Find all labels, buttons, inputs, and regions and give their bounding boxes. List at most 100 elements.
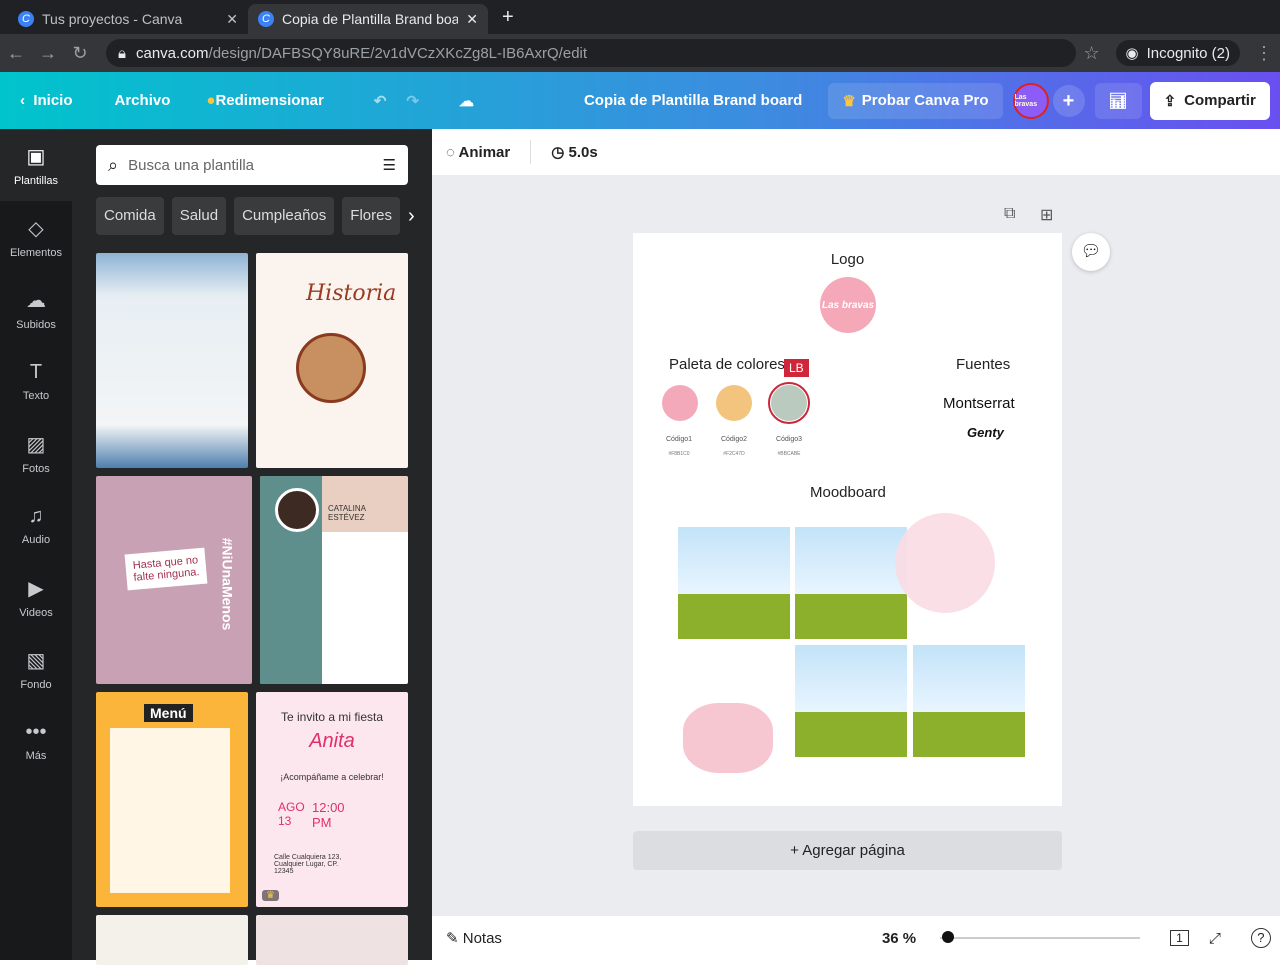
rail-videos[interactable]: ▶ Videos xyxy=(0,561,72,633)
moodboard-photo-4[interactable] xyxy=(913,645,1025,757)
moodboard-photo-2[interactable] xyxy=(795,527,907,639)
canva-favicon-icon: C xyxy=(18,11,34,27)
address-bar: ← → ↻ 🔒︎ canva.com/design/DAFBSQY8uRE/2v1dV… xyxy=(0,34,1280,72)
share-button[interactable]: ⇪ Compartir xyxy=(1149,81,1270,120)
url-input[interactable]: 🔒︎ canva.com/design/DAFBSQY8uRE/2v1dVCzXK… xyxy=(106,39,1076,67)
template-cv[interactable]: CATALINA ESTÉVEZ xyxy=(260,476,408,684)
resize-button[interactable]: ●Redimensionar xyxy=(196,92,333,109)
background-icon: ▧ xyxy=(26,649,46,672)
incognito-icon: ◉ xyxy=(1125,45,1139,62)
elements-icon: ◇ xyxy=(28,217,44,240)
chip-cumpleanos[interactable]: Cumpleaños xyxy=(234,197,335,235)
page-count-button[interactable]: 1 xyxy=(1170,930,1189,946)
notes-button[interactable]: ✎ Notas xyxy=(446,929,502,947)
share-icon: ⇪ xyxy=(1163,92,1177,110)
moodboard-photo-3[interactable] xyxy=(795,645,907,757)
close-tab-icon[interactable]: ✕ xyxy=(226,11,238,28)
rail-more[interactable]: ••• Más xyxy=(0,705,72,777)
rail-audio[interactable]: ♫ Audio xyxy=(0,489,72,561)
rail-background[interactable]: ▧ Fondo xyxy=(0,633,72,705)
template-icon: ▣ xyxy=(26,145,46,168)
more-icon: ••• xyxy=(25,720,47,743)
upload-icon: ☁ xyxy=(26,289,46,312)
templates-panel: ⌕ Busca una plantilla ☰ Comida Salud Cumpl… xyxy=(72,129,432,965)
zoom-slider-thumb[interactable] xyxy=(942,931,955,943)
template-partial-2[interactable] xyxy=(256,915,408,965)
file-button[interactable]: Archivo xyxy=(105,92,181,109)
comment-button[interactable]: 💬︎ xyxy=(1072,233,1110,271)
forward-icon[interactable]: → xyxy=(32,43,64,64)
pro-crown-icon: ♛ xyxy=(262,890,279,901)
redo-icon[interactable]: ↷ xyxy=(396,92,429,110)
try-pro-button[interactable]: ♛ Probar Canva Pro xyxy=(828,82,1003,119)
duration-button[interactable]: ◷ 5.0s xyxy=(551,143,597,161)
design-page[interactable]: Logo Las bravas Paleta de colores LB Cód… xyxy=(633,233,1062,806)
zoom-slider[interactable] xyxy=(940,931,1141,943)
logo-image: Las bravas xyxy=(820,277,876,333)
moodboard-photo-1[interactable] xyxy=(678,527,790,639)
moodboard-illustration-coffee xyxy=(895,513,995,613)
chip-comida[interactable]: Comida xyxy=(96,197,164,235)
fullscreen-icon[interactable]: ⤢ xyxy=(1209,930,1221,947)
chip-flores[interactable]: Flores xyxy=(342,197,400,235)
add-page-icon[interactable]: ⊞ xyxy=(1040,205,1053,225)
crown-icon: ♛ xyxy=(842,92,856,110)
template-historia[interactable]: Historia xyxy=(256,253,408,468)
template-watercolor[interactable] xyxy=(96,253,248,468)
animate-icon: ◌ xyxy=(446,143,455,161)
notes-icon: ✎ xyxy=(446,930,459,947)
globe-image xyxy=(296,333,366,403)
undo-icon[interactable]: ↶ xyxy=(364,92,397,110)
moodboard-illustration-pastries xyxy=(683,703,773,773)
new-tab-icon[interactable]: + xyxy=(502,6,514,29)
rail-photos[interactable]: ▨ Fotos xyxy=(0,417,72,489)
document-title[interactable]: Copia de Plantilla Brand board xyxy=(574,92,812,109)
incognito-badge[interactable]: ◉ Incognito (2) xyxy=(1115,40,1240,66)
duplicate-page-icon[interactable]: ⧉ xyxy=(1004,205,1015,223)
canvas-toolbar: ◌ Animar ◷ 5.0s xyxy=(432,129,1280,175)
menu-icon[interactable]: ⋮ xyxy=(1248,43,1280,64)
rail-templates[interactable]: ▣ Plantillas xyxy=(0,129,72,201)
chevron-right-icon[interactable]: › xyxy=(408,197,415,235)
star-icon[interactable]: ☆ xyxy=(1076,43,1108,64)
insights-icon[interactable]: 📊︎ xyxy=(1094,82,1142,119)
clock-icon: ◷ xyxy=(551,144,565,161)
template-menu[interactable]: Menú xyxy=(96,692,248,907)
swatch-1[interactable] xyxy=(662,385,698,421)
canvas-area: ◌ Animar ◷ 5.0s ⧉ ⊞ 💬︎ Logo Las bravas P… xyxy=(432,129,1280,960)
template-niunamenos[interactable]: Hasta que no falte ninguna. #NiUnaMenos xyxy=(96,476,252,684)
template-search-input[interactable]: ⌕ Busca una plantilla ☰ xyxy=(96,145,408,185)
lock-icon: 🔒︎ xyxy=(118,44,126,62)
text-icon: T xyxy=(29,360,43,383)
reload-icon[interactable]: ↻ xyxy=(64,43,96,64)
close-tab-icon[interactable]: ✕ xyxy=(466,11,478,28)
browser-tabs: C Tus proyectos - Canva ✕ C Copia de Planti… xyxy=(0,0,1280,34)
photo-icon: ▨ xyxy=(26,433,46,456)
avatar[interactable]: Las bravas xyxy=(1012,82,1049,119)
video-icon: ▶ xyxy=(28,577,44,600)
search-icon: ⌕ xyxy=(108,154,119,175)
animate-button[interactable]: ◌ Animar xyxy=(446,144,510,161)
rail-uploads[interactable]: ☁ Subidos xyxy=(0,273,72,345)
tab-design[interactable]: C Copia de Plantilla Brand board ✕ xyxy=(248,4,488,34)
help-icon[interactable]: ? xyxy=(1250,928,1271,948)
chip-salud[interactable]: Salud xyxy=(171,197,227,235)
swatch-3[interactable] xyxy=(768,382,810,424)
filter-icon[interactable]: ☰ xyxy=(383,156,396,174)
rail-text[interactable]: T Texto xyxy=(0,345,72,417)
template-party[interactable]: Te invito a mi fiesta Anita ¡Acompáñame … xyxy=(256,692,408,907)
tab-projects[interactable]: C Tus proyectos - Canva ✕ xyxy=(8,4,248,34)
zoom-level[interactable]: 36 % xyxy=(882,930,916,947)
cloud-saved-icon[interactable]: ☁ xyxy=(449,92,484,110)
back-icon[interactable]: ← xyxy=(0,43,32,64)
template-partial-1[interactable] xyxy=(96,915,248,965)
add-member-button[interactable]: + xyxy=(1052,84,1085,117)
add-page-button[interactable]: + Agregar página xyxy=(633,831,1062,870)
rail-elements[interactable]: ◇ Elementos xyxy=(0,201,72,273)
category-chips: Comida Salud Cumpleaños Flores › xyxy=(96,197,415,235)
audio-icon: ♫ xyxy=(28,504,44,527)
swatch-2[interactable] xyxy=(716,385,752,421)
editor-topbar: ‹ Inicio Archivo ●Redimensionar ↶ ↷ ☁ Co… xyxy=(0,72,1280,129)
canva-favicon-icon: C xyxy=(258,11,274,27)
home-button[interactable]: ‹ Inicio xyxy=(0,92,83,109)
